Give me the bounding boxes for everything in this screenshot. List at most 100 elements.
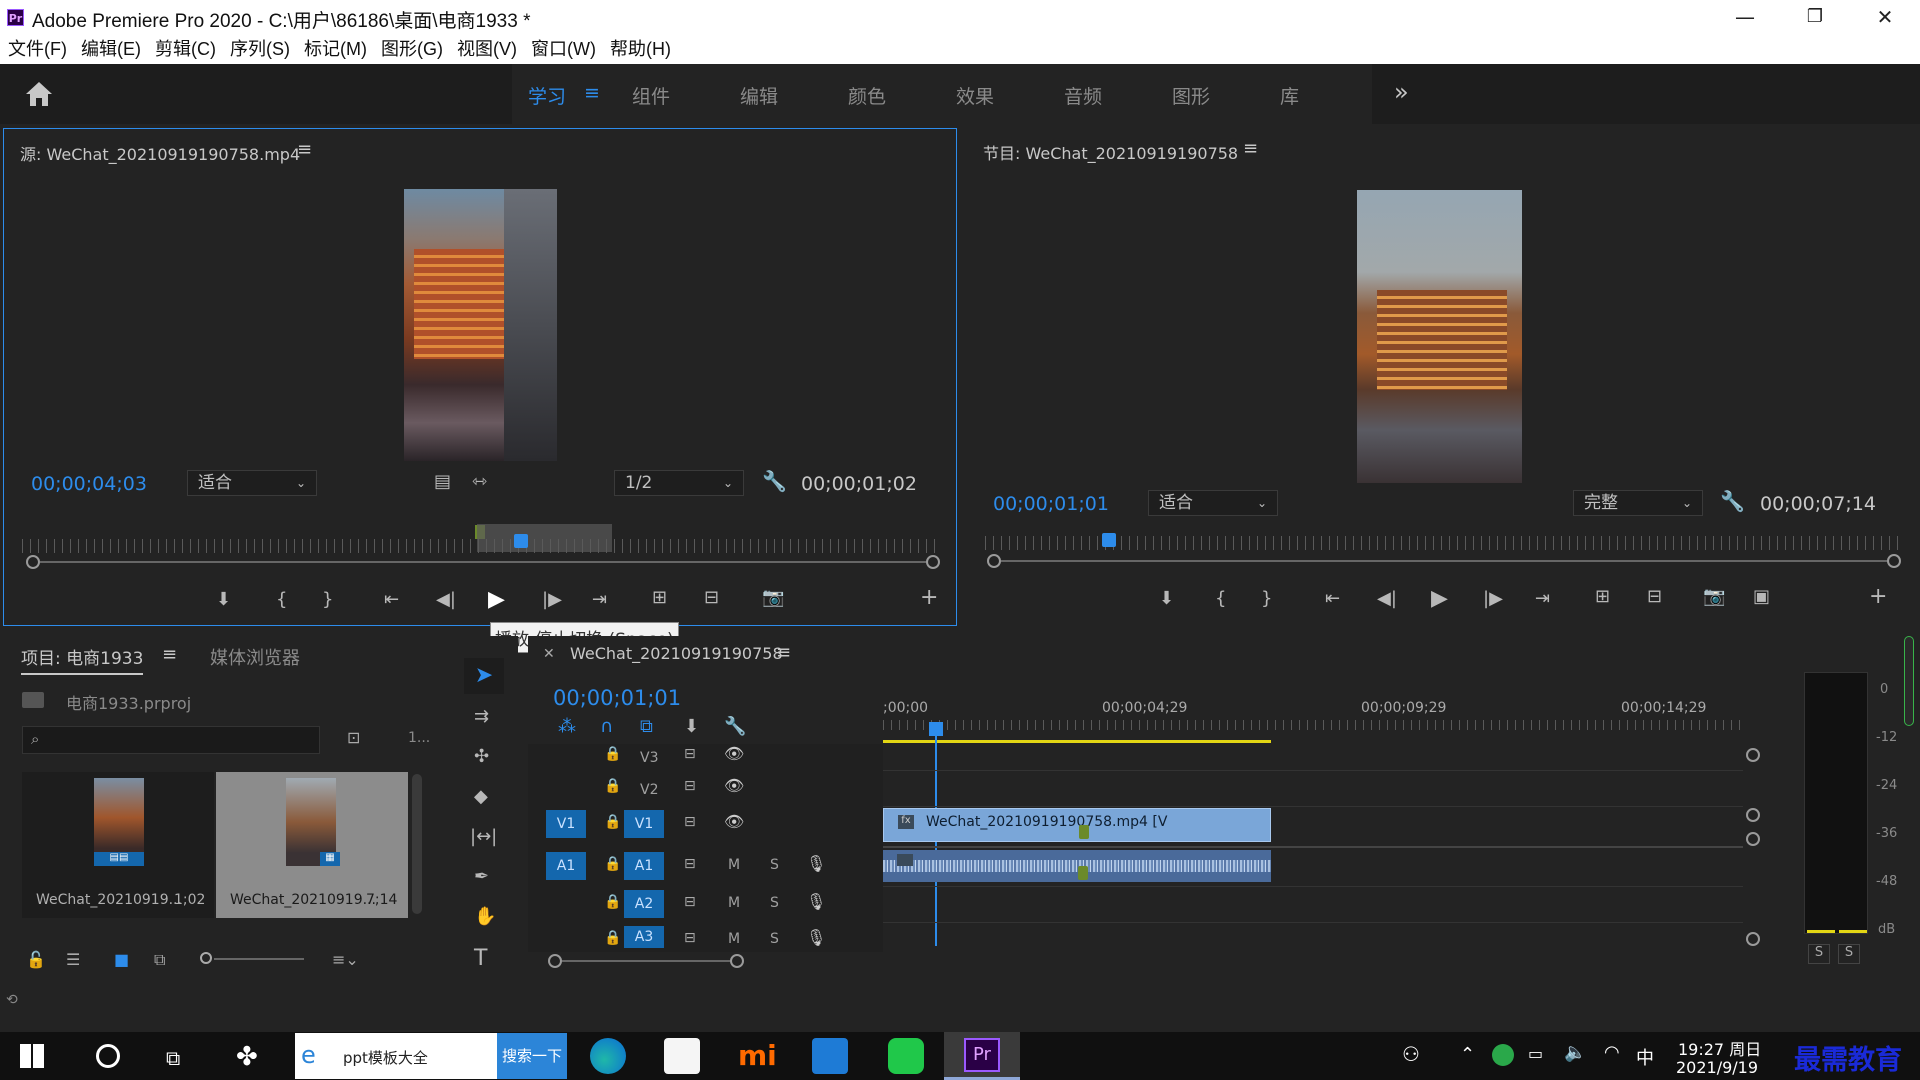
settings-wrench-icon[interactable]: 🔧 (762, 469, 787, 493)
timeline-title[interactable]: WeChat_20210919190758 (570, 644, 783, 663)
menu-clip[interactable]: 剪辑(C) (148, 34, 223, 64)
clock-time[interactable]: 19:27 周日 (1678, 1036, 1761, 1060)
clock-date[interactable]: 2021/9/19 (1676, 1058, 1758, 1077)
panel-menu-icon[interactable]: ≡ (776, 642, 791, 663)
sync-lock-icon[interactable]: ⊟ (684, 814, 696, 830)
source-fit-select[interactable]: 适合 ⌄ (187, 470, 317, 496)
eye-icon[interactable]: 👁 (724, 744, 744, 763)
program-playhead[interactable] (1102, 533, 1116, 547)
track-v1[interactable]: V1 (624, 810, 664, 838)
sync-lock-icon[interactable]: ⊟ (684, 930, 696, 946)
lock-icon[interactable]: 🔒 (604, 746, 621, 762)
type-tool-icon[interactable]: T (474, 946, 487, 971)
lock-icon[interactable]: 🔓 (26, 950, 46, 969)
solo-left-button[interactable]: S (1808, 944, 1830, 964)
video-clip[interactable]: fx WeChat_20210919190758.mp4 [V (883, 808, 1271, 842)
mute-button[interactable]: M (728, 857, 740, 873)
icon-view-icon[interactable]: ■ (114, 950, 129, 969)
microphone-icon[interactable]: 🎙 (806, 928, 826, 947)
sync-lock-icon[interactable]: ⊟ (684, 856, 696, 872)
tab-color[interactable]: 颜色 (848, 82, 886, 109)
program-monitor-title[interactable]: 节目: WeChat_20210919190758 (983, 140, 1238, 164)
freeform-view-icon[interactable]: ⧉ (154, 950, 165, 970)
list-view-icon[interactable]: ☰ (66, 950, 80, 969)
lock-icon[interactable]: 🔒 (604, 856, 621, 872)
track-a1[interactable]: A1 (624, 852, 664, 880)
workspace-menu-icon[interactable]: ≡ (584, 82, 600, 104)
comparison-view-icon[interactable]: ▣ (1753, 586, 1770, 607)
source-patch-v1[interactable]: V1 (546, 810, 586, 838)
lock-icon[interactable]: 🔒 (604, 778, 621, 794)
go-to-in-icon[interactable]: ⇤ (384, 589, 399, 610)
pen-tool-icon[interactable]: ✒ (474, 866, 489, 887)
a-scroll-top-handle[interactable] (1746, 832, 1760, 846)
microphone-icon[interactable]: 🎙 (806, 892, 826, 911)
go-to-out-icon[interactable]: ⇥ (1535, 588, 1550, 609)
add-marker-icon[interactable]: ⬇ (216, 589, 231, 610)
task-view-icon[interactable]: ⧉ (166, 1046, 180, 1070)
program-quality-select[interactable]: 完整 ⌄ (1573, 490, 1703, 516)
selection-tool-icon[interactable]: ➤ (464, 658, 504, 694)
source-monitor-title[interactable]: 源: WeChat_20210919190758.mp4 (20, 141, 300, 165)
sync-lock-icon[interactable]: ⊟ (684, 778, 696, 794)
menu-marker[interactable]: 标记(M) (297, 34, 374, 64)
project-scrollbar[interactable] (412, 774, 422, 914)
program-timecode[interactable]: 00;00;01;01 (993, 493, 1109, 515)
project-search-input[interactable]: ⌕ (22, 726, 320, 754)
tab-graphics[interactable]: 图形 (1172, 82, 1210, 109)
timeline-timecode[interactable]: 00;00;01;01 (553, 686, 681, 710)
step-back-icon[interactable]: ◀| (1377, 588, 1397, 609)
ripple-edit-tool-icon[interactable]: ✣ (474, 746, 489, 767)
source-playhead[interactable] (514, 534, 528, 548)
button-editor-icon[interactable]: + (920, 585, 938, 610)
slip-tool-icon[interactable]: |↔| (470, 826, 497, 847)
home-icon[interactable] (24, 80, 54, 108)
premiere-taskbar-button[interactable]: Pr (944, 1032, 1020, 1080)
mark-out-icon[interactable]: } (322, 589, 333, 610)
mi-icon[interactable]: mi (738, 1038, 777, 1074)
ime-indicator[interactable]: 中 (1636, 1044, 1654, 1070)
v-scroll-bottom-handle[interactable] (1746, 808, 1760, 822)
meter-scrollbar[interactable] (1904, 636, 1914, 726)
play-icon[interactable]: ▶ (1431, 586, 1448, 611)
lock-icon[interactable]: 🔒 (604, 894, 621, 910)
a-scroll-bottom-handle[interactable] (1746, 932, 1760, 946)
volume-icon[interactable]: 🔈 (1564, 1042, 1586, 1063)
microphone-icon[interactable]: 🎙 (806, 854, 826, 873)
source-inout-range[interactable] (477, 524, 612, 552)
cortana-icon[interactable] (96, 1044, 120, 1068)
tab-learn[interactable]: 学习 (528, 82, 566, 109)
lock-icon[interactable]: 🔒 (604, 814, 621, 830)
lift-icon[interactable]: ⊞ (1595, 586, 1610, 607)
solo-button[interactable]: S (770, 931, 779, 947)
solo-right-button[interactable]: S (1838, 944, 1860, 964)
mail-icon[interactable] (812, 1038, 848, 1074)
browser-search-button[interactable]: 搜索一下 (497, 1033, 567, 1079)
menu-view[interactable]: 视图(V) (450, 34, 524, 64)
track-a3[interactable]: A3 (624, 926, 664, 948)
eye-icon[interactable]: 👁 (724, 812, 744, 831)
edge-icon[interactable] (590, 1038, 626, 1074)
project-item-2[interactable]: ▦ WeChat_20210919... 7;14 (216, 772, 408, 918)
people-icon[interactable]: ⚇ (1402, 1042, 1420, 1066)
extract-icon[interactable]: ⊟ (1647, 586, 1662, 607)
solo-button[interactable]: S (770, 857, 779, 873)
track-v2[interactable]: V2 (640, 782, 658, 798)
linked-selection-icon[interactable]: ⧉ (640, 716, 653, 737)
sync-lock-icon[interactable]: ⊟ (684, 894, 696, 910)
audio-clip[interactable] (883, 850, 1271, 882)
h-scrollbar[interactable] (562, 960, 732, 962)
close-sequence-icon[interactable]: ✕ (543, 646, 555, 662)
windows-start-icon[interactable] (20, 1044, 44, 1068)
step-forward-icon[interactable]: |▶ (1483, 588, 1503, 609)
menu-window[interactable]: 窗口(W) (524, 34, 603, 64)
mute-button[interactable]: M (728, 895, 740, 911)
solo-button[interactable]: S (770, 895, 779, 911)
nest-icon[interactable]: ⁂ (558, 716, 576, 737)
restore-icon[interactable]: ❐ (1780, 0, 1850, 34)
panel-menu-icon[interactable]: ≡ (297, 139, 312, 160)
mark-in-icon[interactable]: { (1215, 588, 1226, 609)
panel-menu-icon[interactable]: ≡ (162, 644, 177, 665)
show-hidden-icons[interactable]: ⌃ (1460, 1044, 1475, 1065)
menu-graphics[interactable]: 图形(G) (374, 34, 450, 64)
